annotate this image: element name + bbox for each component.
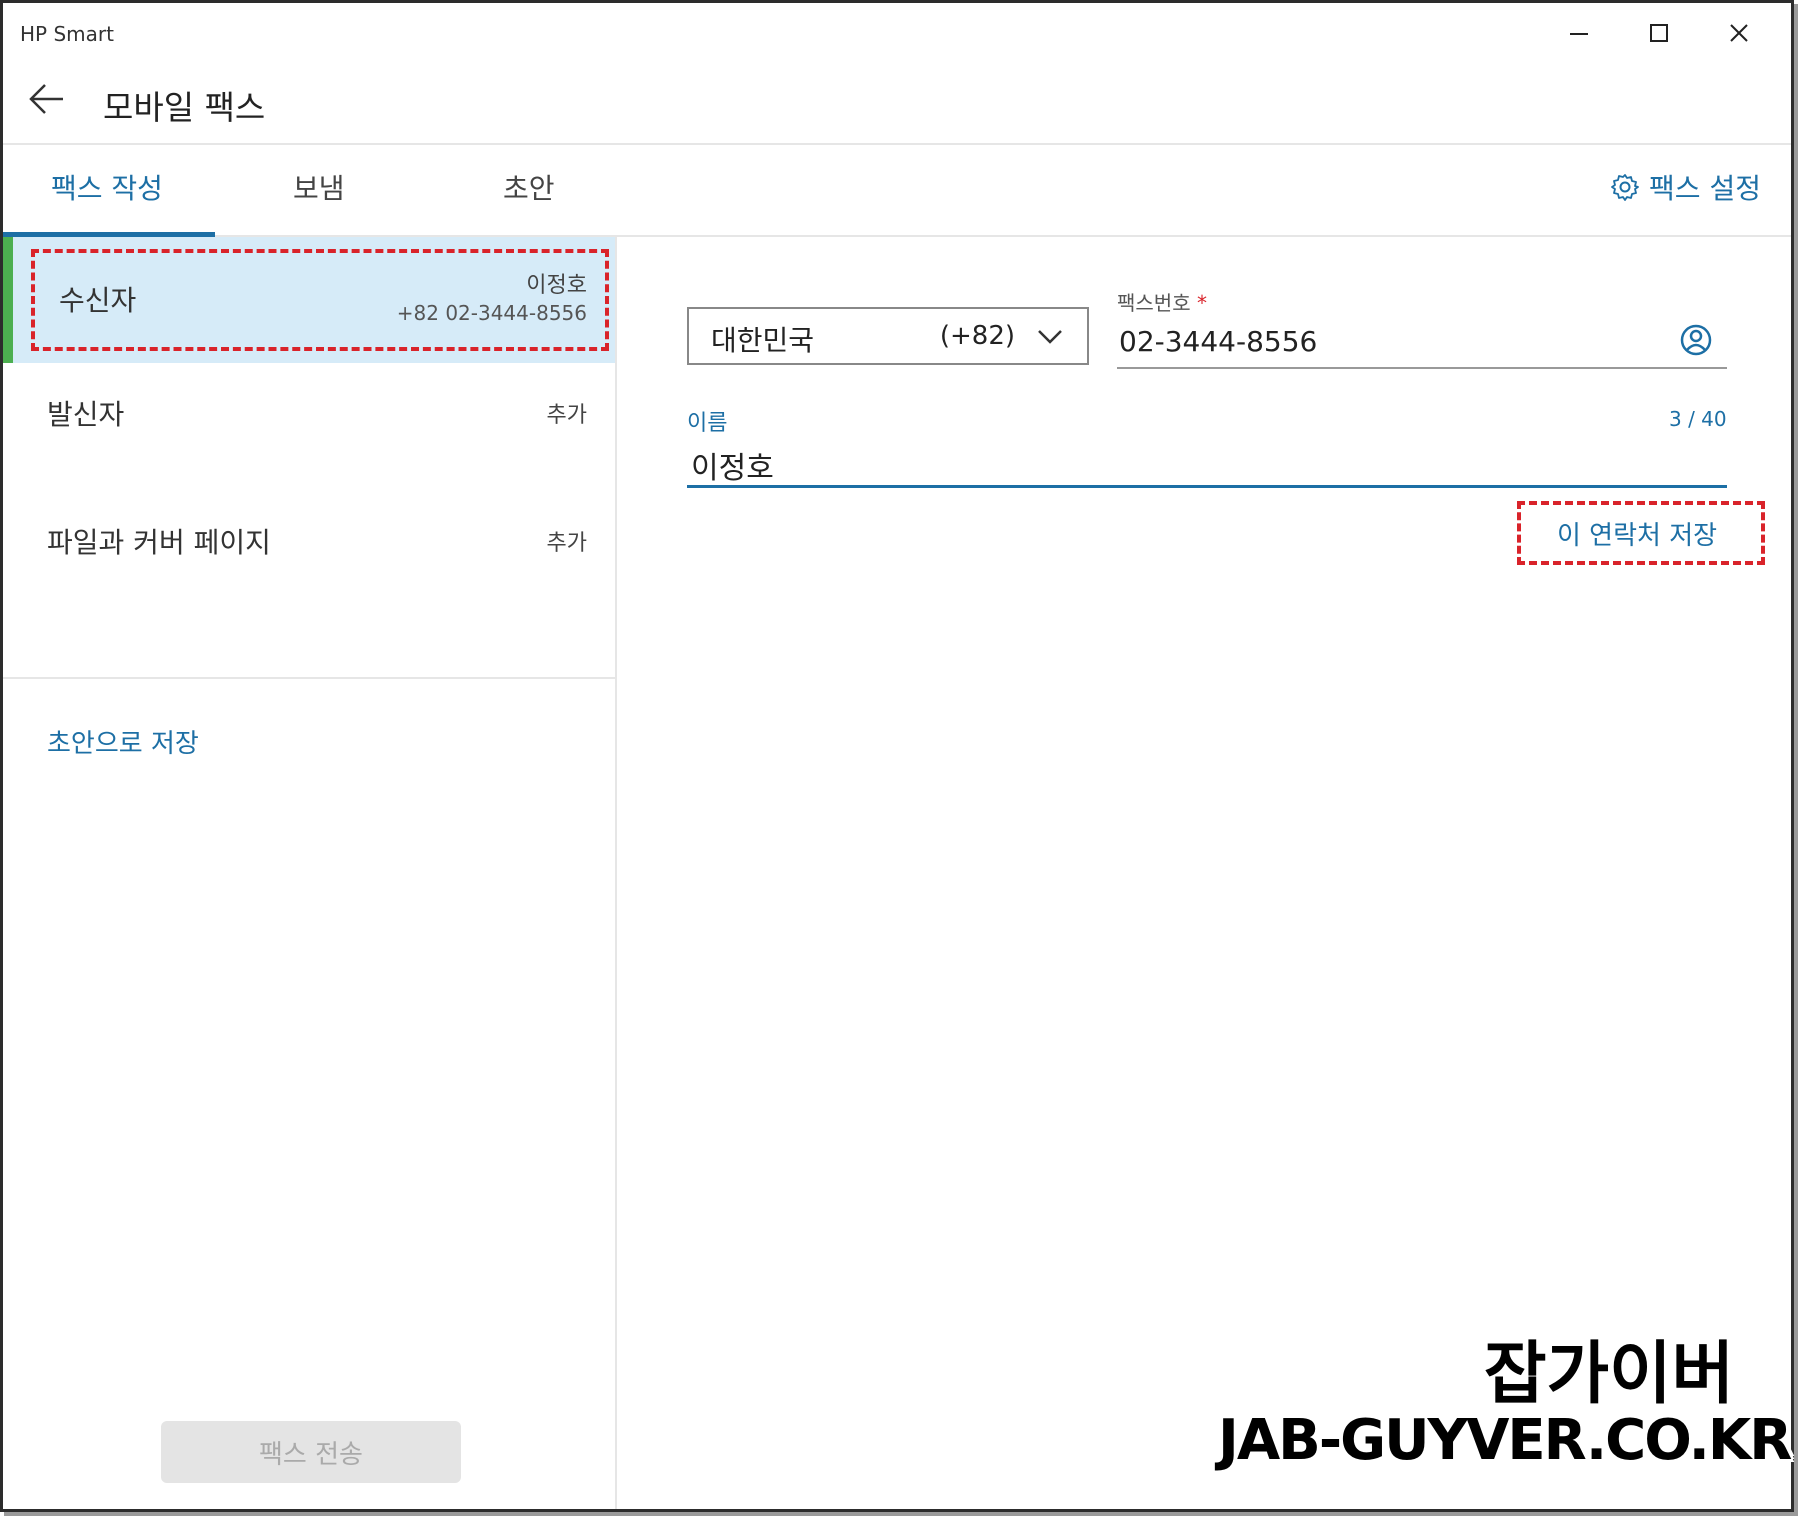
files-add-link[interactable]: 추가 <box>547 525 587 557</box>
files-row[interactable]: 파일과 커버 페이지 추가 <box>3 489 615 615</box>
fax-settings-label: 팩스 설정 <box>1649 172 1761 205</box>
tab-bar: 팩스 작성 보냄 초안 팩스 설정 <box>3 145 1791 237</box>
section-divider <box>3 677 615 679</box>
app-title: HP Smart <box>20 22 114 46</box>
name-value: 이정호 <box>691 451 774 486</box>
recipient-number: +82 02-3444-8556 <box>396 301 587 325</box>
save-draft-link[interactable]: 초안으로 저장 <box>47 723 199 760</box>
maximize-icon <box>1650 24 1668 42</box>
maximize-button[interactable] <box>1621 3 1699 65</box>
chevron-down-icon <box>1038 330 1062 344</box>
fax-number-label-text: 팩스번호 <box>1117 291 1191 315</box>
recipient-name: 이정호 <box>526 273 587 298</box>
minimize-icon <box>1570 33 1588 35</box>
required-mark: * <box>1196 291 1207 315</box>
files-label: 파일과 커버 페이지 <box>47 526 271 559</box>
page-header: 모바일 팩스 <box>3 65 1791 145</box>
page-title: 모바일 팩스 <box>103 88 266 127</box>
send-fax-button[interactable]: 팩스 전송 <box>161 1421 461 1483</box>
tab-drafts[interactable]: 초안 <box>503 167 555 207</box>
fax-number-value: 02-3444-8556 <box>1119 325 1318 358</box>
selected-row-accent <box>3 237 13 363</box>
recipient-row[interactable]: 수신자 이정호 +82 02-3444-8556 <box>3 237 615 363</box>
back-button[interactable] <box>27 79 75 123</box>
back-arrow-icon <box>29 84 63 114</box>
name-char-count: 3 / 40 <box>1669 407 1727 431</box>
tab-sent[interactable]: 보냄 <box>293 167 345 207</box>
recipient-label: 수신자 <box>59 284 137 317</box>
country-name: 대한민국 <box>711 324 815 357</box>
minimize-button[interactable] <box>1541 3 1619 65</box>
sender-label: 발신자 <box>47 398 125 431</box>
country-select[interactable]: 대한민국 (+82) <box>687 307 1089 365</box>
sender-row[interactable]: 발신자 추가 <box>3 363 615 489</box>
watermark-korean: 잡가이버 <box>1484 1335 1735 1414</box>
compose-sections-panel: 수신자 이정호 +82 02-3444-8556 발신자 추가 파일과 커버 페… <box>3 237 617 1509</box>
name-input[interactable]: 이정호 <box>687 433 1727 488</box>
sender-add-link[interactable]: 추가 <box>547 397 587 429</box>
fax-number-input[interactable]: 02-3444-8556 <box>1117 315 1727 369</box>
fax-number-label: 팩스번호 * <box>1117 287 1207 316</box>
save-contact-link[interactable]: 이 연락처 저장 <box>1557 515 1717 552</box>
fax-settings-link[interactable]: 팩스 설정 <box>1611 167 1761 207</box>
close-icon <box>1730 24 1748 42</box>
contact-picker-icon[interactable] <box>1679 323 1713 357</box>
watermark-url: JAB-GUYVER.CO.KR <box>1218 1408 1792 1473</box>
tab-compose[interactable]: 팩스 작성 <box>51 167 163 207</box>
title-bar: HP Smart <box>3 3 1791 65</box>
gear-icon <box>1611 174 1639 201</box>
close-button[interactable] <box>1701 3 1779 65</box>
country-code: (+82) <box>939 321 1015 351</box>
app-window: HP Smart 모바일 팩스 팩스 작성 보냄 초안 팩스 설정 수신자 이정… <box>0 0 1794 1512</box>
